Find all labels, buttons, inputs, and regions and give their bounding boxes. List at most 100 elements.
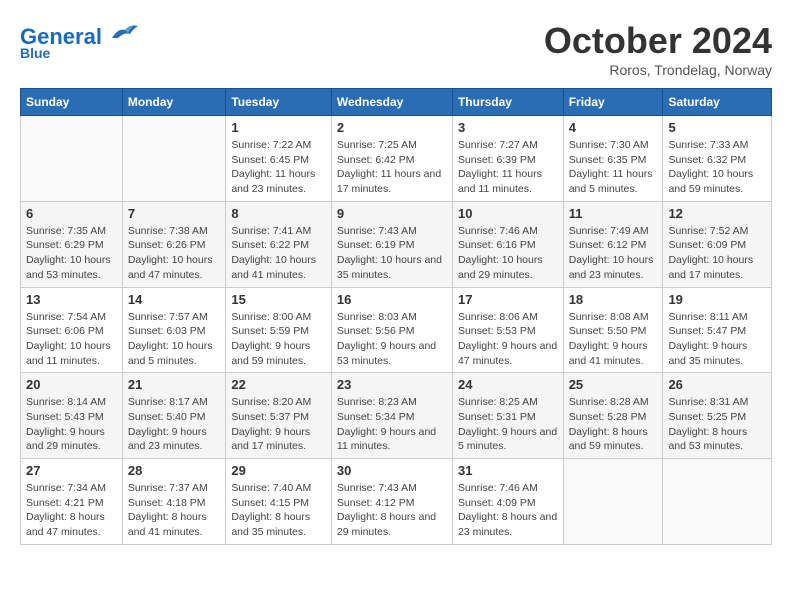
day-detail: Sunrise: 8:28 AM Sunset: 5:28 PM Dayligh…: [569, 395, 658, 454]
weekday-header-cell: Thursday: [452, 89, 563, 116]
day-number: 29: [231, 463, 326, 478]
day-detail: Sunrise: 7:49 AM Sunset: 6:12 PM Dayligh…: [569, 224, 658, 283]
calendar-cell: 10 Sunrise: 7:46 AM Sunset: 6:16 PM Dayli…: [452, 201, 563, 287]
day-number: 1: [231, 120, 326, 135]
day-detail: Sunrise: 7:38 AM Sunset: 6:26 PM Dayligh…: [128, 224, 221, 283]
calendar-table: SundayMondayTuesdayWednesdayThursdayFrid…: [20, 88, 772, 545]
day-number: 30: [337, 463, 447, 478]
location: Roros, Trondelag, Norway: [544, 62, 772, 78]
month-title: October 2024: [544, 20, 772, 62]
day-detail: Sunrise: 8:17 AM Sunset: 5:40 PM Dayligh…: [128, 395, 221, 454]
calendar-cell: 20 Sunrise: 8:14 AM Sunset: 5:43 PM Dayli…: [21, 373, 123, 459]
calendar-cell: 8 Sunrise: 7:41 AM Sunset: 6:22 PM Daylig…: [226, 201, 332, 287]
weekday-header-cell: Tuesday: [226, 89, 332, 116]
calendar-week-row: 6 Sunrise: 7:35 AM Sunset: 6:29 PM Daylig…: [21, 201, 772, 287]
day-number: 25: [569, 377, 658, 392]
day-detail: Sunrise: 7:57 AM Sunset: 6:03 PM Dayligh…: [128, 310, 221, 369]
day-detail: Sunrise: 7:41 AM Sunset: 6:22 PM Dayligh…: [231, 224, 326, 283]
calendar-cell: 13 Sunrise: 7:54 AM Sunset: 6:06 PM Dayli…: [21, 287, 123, 373]
weekday-header-cell: Sunday: [21, 89, 123, 116]
calendar-cell: 29 Sunrise: 7:40 AM Sunset: 4:15 PM Dayli…: [226, 459, 332, 545]
calendar-cell: 6 Sunrise: 7:35 AM Sunset: 6:29 PM Daylig…: [21, 201, 123, 287]
calendar-cell: 3Sunrise: 7:27 AM Sunset: 6:39 PM Daylig…: [452, 116, 563, 202]
day-number: 24: [458, 377, 558, 392]
day-number: 16: [337, 292, 447, 307]
day-number: 28: [128, 463, 221, 478]
calendar-cell: 31 Sunrise: 7:46 AM Sunset: 4:09 PM Dayli…: [452, 459, 563, 545]
day-number: 9: [337, 206, 447, 221]
calendar-cell: 21 Sunrise: 8:17 AM Sunset: 5:40 PM Dayli…: [122, 373, 226, 459]
weekday-header-cell: Saturday: [663, 89, 772, 116]
day-detail: Sunrise: 7:30 AM Sunset: 6:35 PM Dayligh…: [569, 138, 658, 197]
day-number: 6: [26, 206, 117, 221]
calendar-cell: 2Sunrise: 7:25 AM Sunset: 6:42 PM Daylig…: [331, 116, 452, 202]
weekday-header-cell: Monday: [122, 89, 226, 116]
calendar-week-row: 20 Sunrise: 8:14 AM Sunset: 5:43 PM Dayli…: [21, 373, 772, 459]
day-detail: Sunrise: 8:23 AM Sunset: 5:34 PM Dayligh…: [337, 395, 447, 454]
day-detail: Sunrise: 8:20 AM Sunset: 5:37 PM Dayligh…: [231, 395, 326, 454]
day-detail: Sunrise: 7:22 AM Sunset: 6:45 PM Dayligh…: [231, 138, 326, 197]
calendar-week-row: 27 Sunrise: 7:34 AM Sunset: 4:21 PM Dayli…: [21, 459, 772, 545]
logo: General Blue: [20, 20, 140, 61]
calendar-cell: 5 Sunrise: 7:33 AM Sunset: 6:32 PM Daylig…: [663, 116, 772, 202]
calendar-cell: 9Sunrise: 7:43 AM Sunset: 6:19 PM Daylig…: [331, 201, 452, 287]
day-number: 21: [128, 377, 221, 392]
calendar-cell: 11Sunrise: 7:49 AM Sunset: 6:12 PM Dayli…: [563, 201, 663, 287]
calendar-cell: 19Sunrise: 8:11 AM Sunset: 5:47 PM Dayli…: [663, 287, 772, 373]
calendar-cell: 15 Sunrise: 8:00 AM Sunset: 5:59 PM Dayli…: [226, 287, 332, 373]
calendar-cell: 7Sunrise: 7:38 AM Sunset: 6:26 PM Daylig…: [122, 201, 226, 287]
calendar-cell: 18 Sunrise: 8:08 AM Sunset: 5:50 PM Dayli…: [563, 287, 663, 373]
calendar-cell: 22 Sunrise: 8:20 AM Sunset: 5:37 PM Dayli…: [226, 373, 332, 459]
weekday-header-cell: Wednesday: [331, 89, 452, 116]
day-number: 18: [569, 292, 658, 307]
day-number: 14: [128, 292, 221, 307]
calendar-cell: 12 Sunrise: 7:52 AM Sunset: 6:09 PM Dayli…: [663, 201, 772, 287]
calendar-cell: 23 Sunrise: 8:23 AM Sunset: 5:34 PM Dayli…: [331, 373, 452, 459]
day-detail: Sunrise: 8:00 AM Sunset: 5:59 PM Dayligh…: [231, 310, 326, 369]
day-number: 15: [231, 292, 326, 307]
title-block: October 2024 Roros, Trondelag, Norway: [544, 20, 772, 78]
day-number: 31: [458, 463, 558, 478]
day-number: 26: [668, 377, 766, 392]
calendar-cell: 28 Sunrise: 7:37 AM Sunset: 4:18 PM Dayli…: [122, 459, 226, 545]
day-number: 5: [668, 120, 766, 135]
day-number: 23: [337, 377, 447, 392]
day-detail: Sunrise: 8:08 AM Sunset: 5:50 PM Dayligh…: [569, 310, 658, 369]
day-detail: Sunrise: 7:43 AM Sunset: 4:12 PM Dayligh…: [337, 481, 447, 540]
calendar-cell: 24Sunrise: 8:25 AM Sunset: 5:31 PM Dayli…: [452, 373, 563, 459]
weekday-header-row: SundayMondayTuesdayWednesdayThursdayFrid…: [21, 89, 772, 116]
day-number: 12: [668, 206, 766, 221]
calendar-cell: 27 Sunrise: 7:34 AM Sunset: 4:21 PM Dayli…: [21, 459, 123, 545]
calendar-cell: [663, 459, 772, 545]
calendar-cell: 26 Sunrise: 8:31 AM Sunset: 5:25 PM Dayli…: [663, 373, 772, 459]
weekday-header-cell: Friday: [563, 89, 663, 116]
day-detail: Sunrise: 7:40 AM Sunset: 4:15 PM Dayligh…: [231, 481, 326, 540]
day-detail: Sunrise: 8:31 AM Sunset: 5:25 PM Dayligh…: [668, 395, 766, 454]
day-detail: Sunrise: 7:46 AM Sunset: 4:09 PM Dayligh…: [458, 481, 558, 540]
day-number: 10: [458, 206, 558, 221]
calendar-cell: [21, 116, 123, 202]
day-detail: Sunrise: 7:35 AM Sunset: 6:29 PM Dayligh…: [26, 224, 117, 283]
day-number: 27: [26, 463, 117, 478]
day-detail: Sunrise: 7:54 AM Sunset: 6:06 PM Dayligh…: [26, 310, 117, 369]
day-detail: Sunrise: 7:52 AM Sunset: 6:09 PM Dayligh…: [668, 224, 766, 283]
day-number: 4: [569, 120, 658, 135]
calendar-cell: 4 Sunrise: 7:30 AM Sunset: 6:35 PM Daylig…: [563, 116, 663, 202]
logo-bird-icon: [110, 20, 140, 44]
day-detail: Sunrise: 7:46 AM Sunset: 6:16 PM Dayligh…: [458, 224, 558, 283]
calendar-cell: 1 Sunrise: 7:22 AM Sunset: 6:45 PM Daylig…: [226, 116, 332, 202]
calendar-week-row: 1 Sunrise: 7:22 AM Sunset: 6:45 PM Daylig…: [21, 116, 772, 202]
day-number: 8: [231, 206, 326, 221]
calendar-cell: [563, 459, 663, 545]
day-detail: Sunrise: 7:33 AM Sunset: 6:32 PM Dayligh…: [668, 138, 766, 197]
day-number: 22: [231, 377, 326, 392]
day-detail: Sunrise: 7:37 AM Sunset: 4:18 PM Dayligh…: [128, 481, 221, 540]
day-detail: Sunrise: 7:34 AM Sunset: 4:21 PM Dayligh…: [26, 481, 117, 540]
day-detail: Sunrise: 7:27 AM Sunset: 6:39 PM Dayligh…: [458, 138, 558, 197]
day-number: 20: [26, 377, 117, 392]
day-number: 13: [26, 292, 117, 307]
day-detail: Sunrise: 8:14 AM Sunset: 5:43 PM Dayligh…: [26, 395, 117, 454]
day-detail: Sunrise: 7:25 AM Sunset: 6:42 PM Dayligh…: [337, 138, 447, 197]
calendar-week-row: 13 Sunrise: 7:54 AM Sunset: 6:06 PM Dayli…: [21, 287, 772, 373]
calendar-body: 1 Sunrise: 7:22 AM Sunset: 6:45 PM Daylig…: [21, 116, 772, 545]
